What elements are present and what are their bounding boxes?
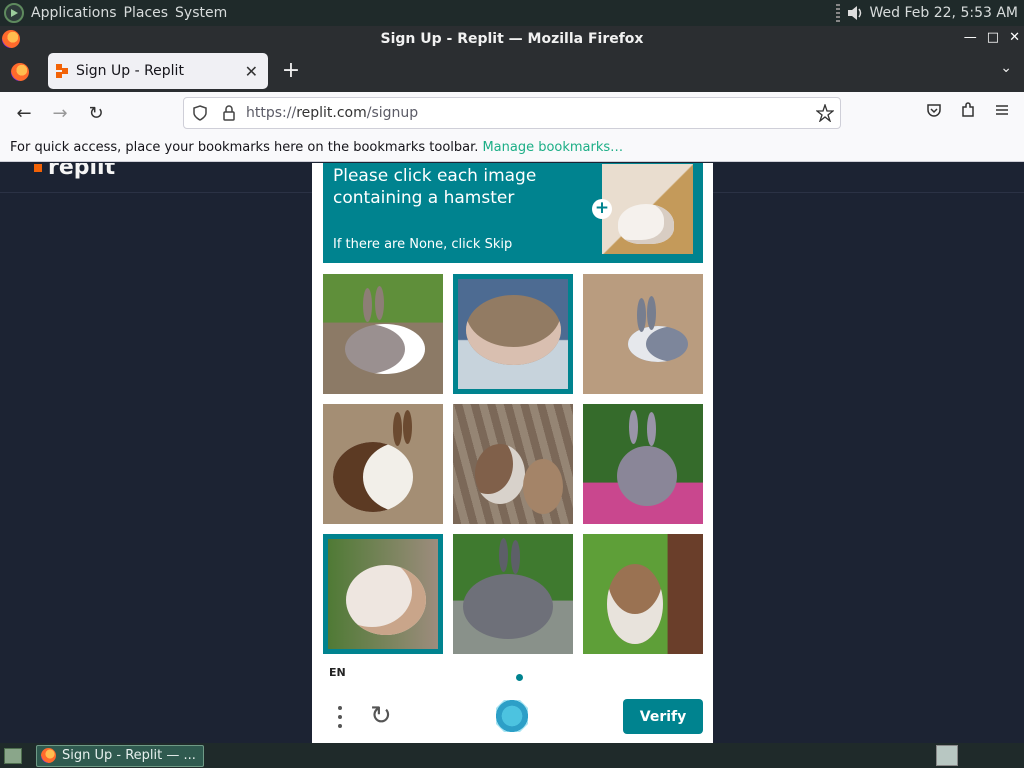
more-options-kebab-icon[interactable] xyxy=(334,703,346,731)
list-all-tabs-chevron-icon[interactable]: ⌄ xyxy=(1000,60,1012,76)
firefox-task-icon xyxy=(41,748,56,763)
maximize-icon[interactable]: □ xyxy=(987,30,999,45)
challenge-tile-6[interactable] xyxy=(583,404,703,524)
bookmark-star-icon[interactable] xyxy=(816,104,834,122)
challenge-tile-5[interactable] xyxy=(453,404,573,524)
example-hamster-image xyxy=(602,164,693,254)
prompt-title: Please click each image containing a ham… xyxy=(333,166,537,208)
challenge-tile-1[interactable] xyxy=(323,274,443,394)
back-button[interactable]: ← xyxy=(12,101,36,125)
window-titlebar: Sign Up - Replit — Mozilla Firefox — □ ✕ xyxy=(0,26,1024,52)
tab-label: Sign Up - Replit xyxy=(76,63,184,79)
workspace-switcher[interactable] xyxy=(936,745,958,766)
forward-button[interactable]: → xyxy=(48,101,72,125)
challenge-tile-4[interactable] xyxy=(323,404,443,524)
volume-icon[interactable] xyxy=(846,4,864,22)
new-tab-button[interactable]: + xyxy=(280,58,302,84)
bookmarks-message: For quick access, place your bookmarks h… xyxy=(10,140,479,155)
url-text[interactable]: https://replit.com/signup xyxy=(246,105,418,121)
challenge-tile-7[interactable] xyxy=(323,534,443,654)
window-title: Sign Up - Replit — Mozilla Firefox xyxy=(380,31,644,47)
hamburger-menu-icon[interactable] xyxy=(994,102,1010,118)
page-indicator-dot xyxy=(516,674,523,681)
hcaptcha-challenge: Please click each image containing a ham… xyxy=(312,163,713,743)
challenge-tile-3[interactable] xyxy=(583,274,703,394)
hcaptcha-logo-icon[interactable] xyxy=(496,700,528,732)
challenge-tile-9[interactable] xyxy=(583,534,703,654)
prompt-hint: If there are None, click Skip xyxy=(333,237,513,252)
system-menu[interactable]: System xyxy=(175,5,227,21)
challenge-tile-2[interactable] xyxy=(453,274,573,394)
url-bar[interactable]: https://replit.com/signup xyxy=(183,97,841,129)
challenge-prompt: Please click each image containing a ham… xyxy=(323,163,703,263)
expand-example-plus-icon[interactable]: + xyxy=(592,199,612,219)
show-desktop-icon[interactable] xyxy=(4,747,22,764)
replit-logo-icon xyxy=(34,164,42,172)
system-menu-icon[interactable] xyxy=(4,3,24,23)
tab-strip: Sign Up - Replit ✕ + ⌄ xyxy=(0,52,1024,92)
bottom-taskbar: Sign Up - Replit — ... xyxy=(0,743,1024,768)
manage-bookmarks-link[interactable]: Manage bookmarks… xyxy=(482,140,623,155)
lock-icon[interactable] xyxy=(222,105,236,121)
reload-button[interactable]: ↻ xyxy=(84,101,108,125)
shield-icon[interactable] xyxy=(192,105,208,121)
firefox-logo-icon xyxy=(2,30,20,48)
minimize-icon[interactable]: — xyxy=(964,30,977,45)
verify-button[interactable]: Verify xyxy=(623,699,703,734)
taskbar-firefox-window[interactable]: Sign Up - Replit — ... xyxy=(36,744,204,767)
refresh-challenge-icon[interactable]: ↻ xyxy=(370,703,398,731)
language-selector[interactable]: EN xyxy=(329,666,346,679)
navigation-toolbar: ← → ↻ https://replit.com/signup xyxy=(0,92,1024,134)
places-menu[interactable]: Places xyxy=(124,5,169,21)
challenge-tile-8[interactable] xyxy=(453,534,573,654)
firefox-view-icon[interactable] xyxy=(11,63,29,81)
panel-handle xyxy=(835,4,840,22)
system-top-panel: Applications Places System Wed Feb 22, 5… xyxy=(0,0,1024,26)
clock[interactable]: Wed Feb 22, 5:53 AM xyxy=(870,5,1018,21)
pocket-icon[interactable] xyxy=(926,102,942,118)
page-content: replit Please click each image containin… xyxy=(0,163,1024,743)
taskbar-task-label: Sign Up - Replit — ... xyxy=(62,748,196,763)
extensions-icon[interactable] xyxy=(960,102,976,118)
bookmarks-toolbar: For quick access, place your bookmarks h… xyxy=(0,134,1024,162)
replit-logo[interactable]: replit xyxy=(34,163,115,180)
replit-favicon-icon xyxy=(56,64,70,78)
close-tab-icon[interactable]: ✕ xyxy=(245,62,258,81)
applications-menu[interactable]: Applications xyxy=(31,5,117,21)
close-window-icon[interactable]: ✕ xyxy=(1009,30,1020,45)
tab-signup-replit[interactable]: Sign Up - Replit ✕ xyxy=(48,53,268,89)
